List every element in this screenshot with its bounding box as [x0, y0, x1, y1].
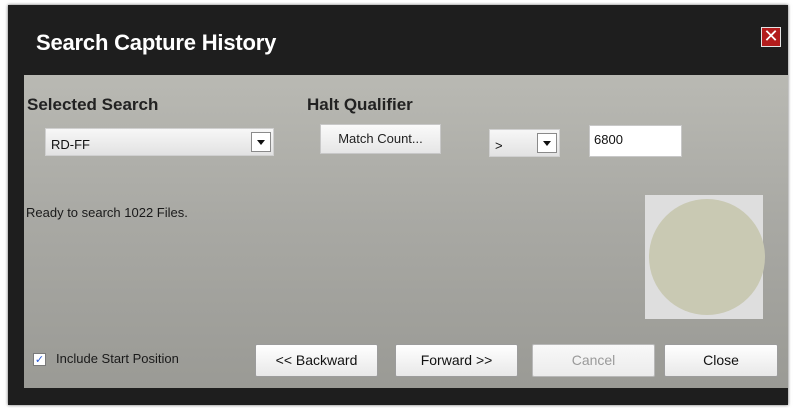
backward-button[interactable]: << Backward — [255, 344, 378, 377]
match-count-field-button[interactable]: Match Count... — [320, 124, 441, 154]
cancel-button[interactable]: Cancel — [532, 344, 655, 377]
halt-qualifier-heading: Halt Qualifier — [307, 95, 413, 114]
close-button[interactable]: Close — [664, 344, 778, 377]
threshold-input[interactable]: 6800 — [589, 125, 682, 157]
search-indicator-panel — [645, 195, 765, 319]
close-icon[interactable]: ✕ — [761, 27, 781, 47]
operator-value: > — [495, 138, 503, 153]
include-start-position-label: Include Start Position — [56, 351, 179, 366]
operator-dropdown[interactable]: > — [489, 129, 560, 157]
search-indicator-circle — [649, 199, 765, 315]
selected-search-value: RD-FF — [51, 137, 90, 152]
chevron-down-icon[interactable] — [537, 133, 557, 153]
chevron-down-icon[interactable] — [251, 132, 271, 152]
selected-search-dropdown[interactable]: RD-FF — [45, 128, 274, 156]
selected-search-heading: Selected Search — [27, 95, 159, 114]
dialog-body: Selected Search RD-FF Halt Qualifier Mat… — [24, 75, 788, 388]
forward-button[interactable]: Forward >> — [395, 344, 518, 377]
status-text: Ready to search 1022 Files. — [26, 205, 188, 220]
title-bar: Search Capture History ✕ — [8, 5, 788, 75]
dialog-title: Search Capture History — [36, 30, 277, 55]
include-start-position-checkbox[interactable]: ✓ — [33, 353, 46, 366]
